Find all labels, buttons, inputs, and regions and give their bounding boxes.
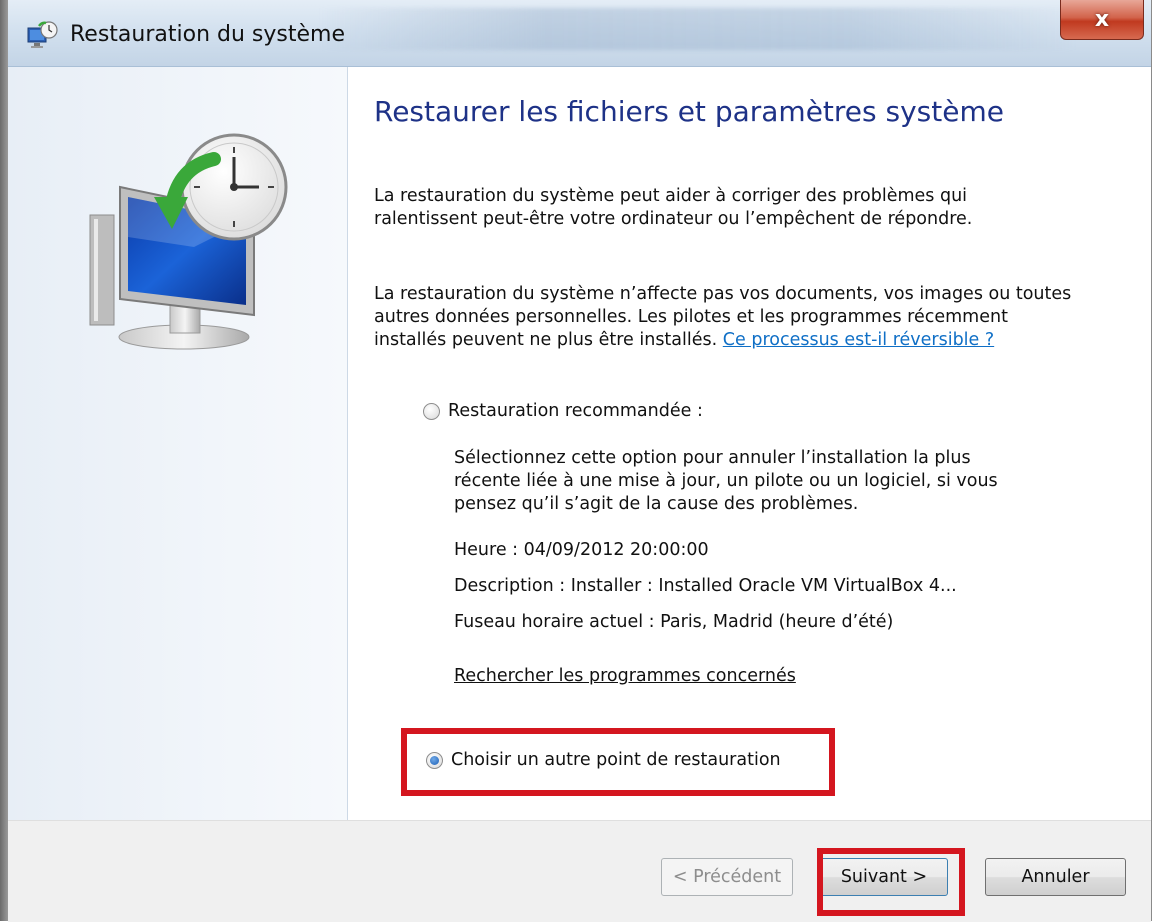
highlight-box: [817, 848, 965, 916]
info-paragraph: La restauration du système n’affecte pas…: [374, 283, 1074, 352]
restore-description: Description : Installer : Installed Orac…: [454, 576, 957, 596]
background-strip: [0, 0, 8, 921]
system-restore-window: Restauration du système x Restaurer les …: [8, 0, 1152, 922]
title-bar-background: [318, 8, 1078, 50]
page-title: Restaurer les fichiers et paramètres sys…: [374, 95, 1004, 128]
cancel-button[interactable]: Annuler: [985, 858, 1126, 896]
left-pane: [8, 67, 348, 820]
content-area: Restaurer les fichiers et paramètres sys…: [374, 67, 1144, 820]
recommended-restore-label: Restauration recommandée :: [448, 401, 703, 421]
system-restore-icon: [27, 21, 58, 48]
intro-paragraph: La restauration du système peut aider à …: [374, 186, 973, 229]
reversible-link[interactable]: Ce processus est-il réversible ?: [723, 330, 994, 350]
highlight-box: [401, 728, 835, 796]
close-button[interactable]: x: [1060, 0, 1144, 40]
close-icon: x: [1094, 7, 1110, 32]
recommended-restore-radio[interactable]: [423, 402, 440, 420]
recommended-description: Sélectionnez cette option pour annuler l…: [454, 448, 998, 514]
restore-time: Heure : 04/09/2012 20:00:00: [454, 540, 709, 560]
previous-button[interactable]: < Précédent: [661, 858, 793, 896]
affected-programs-link[interactable]: Rechercher les programmes concernés: [454, 665, 796, 688]
recommended-restore-option[interactable]: Restauration recommandée :: [423, 401, 703, 421]
restore-timezone: Fuseau horaire actuel : Paris, Madrid (h…: [454, 612, 894, 632]
button-bar: < Précédent Suivant > Annuler: [8, 820, 1151, 922]
window-title: Restauration du système: [70, 22, 345, 47]
system-restore-monitor-clock-icon: [89, 133, 288, 350]
title-bar[interactable]: Restauration du système x: [8, 0, 1151, 67]
